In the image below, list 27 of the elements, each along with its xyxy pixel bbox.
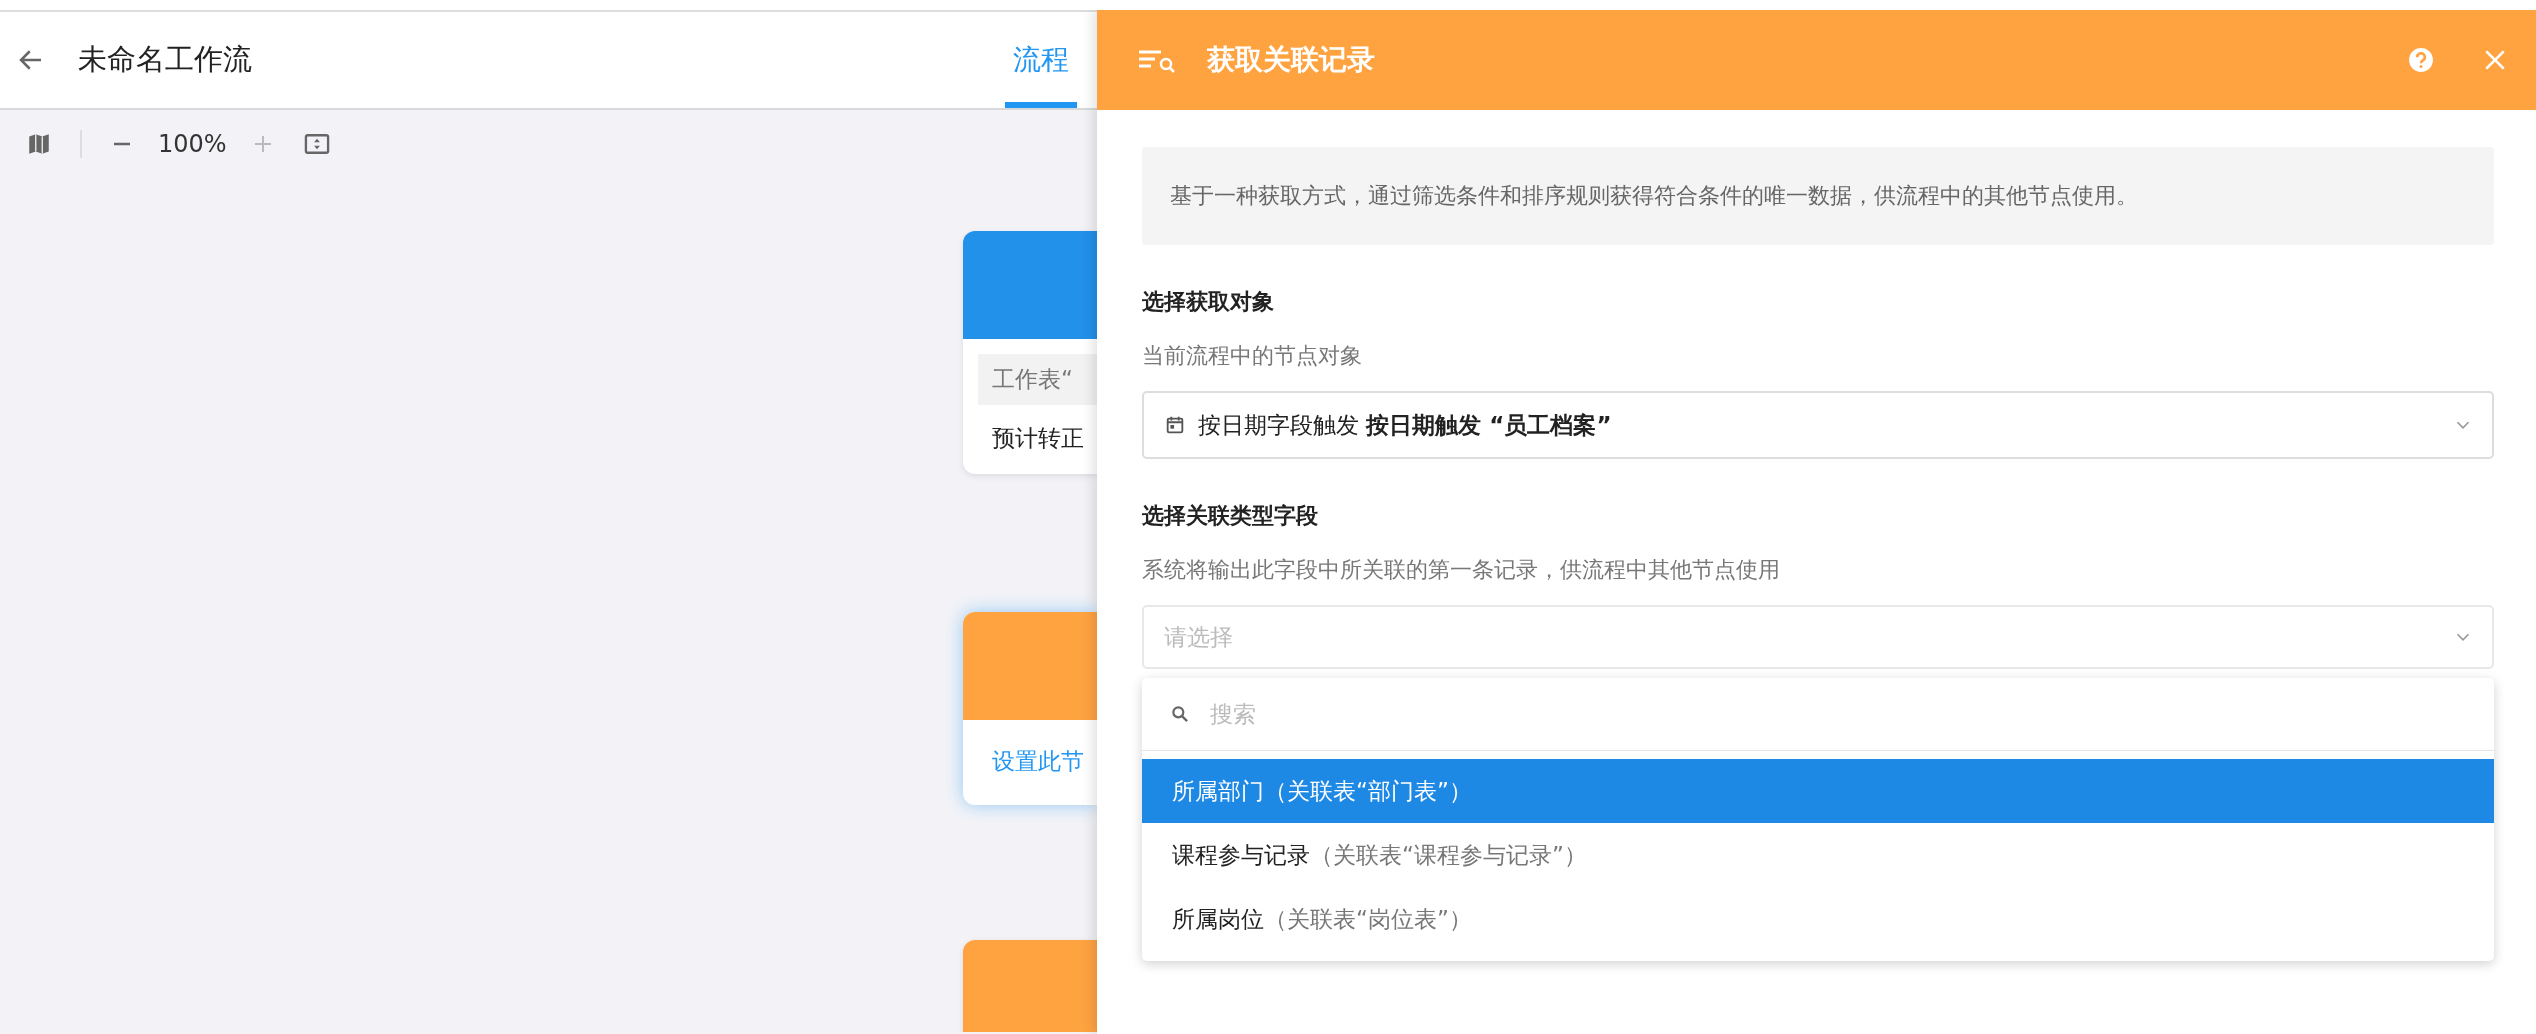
section-hint: 当前流程中的节点对象 (1142, 342, 1363, 370)
workflow-node-card[interactable]: 工作表“ 预计转正 (963, 231, 1097, 474)
calendar-icon (1164, 414, 1186, 436)
map-icon[interactable] (26, 131, 52, 157)
node-setup-link[interactable]: 设置此节 (963, 720, 1097, 785)
tab[interactable]: 流程 (1005, 12, 1077, 108)
zoom-level: 100% (158, 130, 227, 158)
search-placeholder: 搜索 (1210, 699, 1256, 729)
select-value: 按日期字段触发 按日期触发 “员工档案” (1198, 410, 1612, 440)
workflow-title: 未命名工作流 (78, 41, 252, 78)
node-source-text: 工作表“ (978, 354, 1097, 405)
panel-title: 获取关联记录 (1207, 42, 1375, 78)
select-field[interactable]: 按日期字段触发 按日期触发 “员工档案” (1142, 391, 2494, 459)
description-text: 基于一种获取方式，通过筛选条件和排序规则获得符合条件的唯一数据，供流程中的其他节点使用。 (1142, 147, 2494, 245)
select-placeholder: 请选择 (1164, 622, 1233, 652)
dropdown-option[interactable]: 所属岗位（关联表“岗位表”） (1142, 887, 2494, 951)
select-field[interactable]: 请选择 (1142, 605, 2494, 669)
dropdown-option[interactable]: 所属部门（关联表“部门表”） (1142, 759, 2494, 823)
search-field[interactable]: 搜索 (1142, 678, 2494, 751)
dropdown-option[interactable]: 课程参与记录（关联表“课程参与记录”） (1142, 823, 2494, 887)
search-icon (1170, 704, 1190, 724)
section-hint: 系统将输出此字段中所关联的第一条记录，供流程中其他节点使用 (1142, 556, 1781, 584)
workflow-node-card[interactable]: 设置此节 (963, 612, 1097, 805)
node-detail-text: 预计转正 (991, 424, 1085, 453)
workflow-node-card[interactable] (963, 940, 1097, 1032)
section-heading: 选择获取对象 (1142, 288, 1275, 316)
section-heading: 选择关联类型字段 (1142, 502, 1319, 530)
